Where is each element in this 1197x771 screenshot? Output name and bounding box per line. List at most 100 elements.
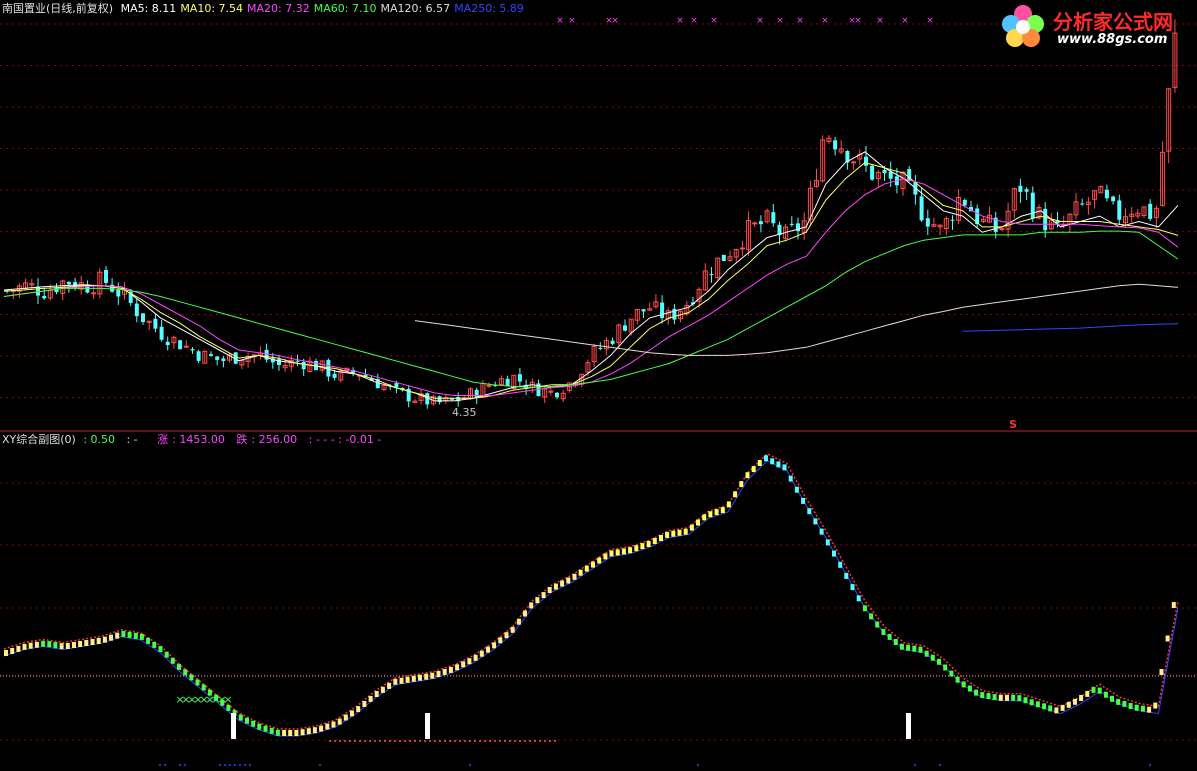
candle-body-down — [1018, 185, 1023, 192]
sub-bar — [1165, 635, 1170, 642]
candle-body-down — [1104, 189, 1109, 199]
top-signal-mark: × — [568, 16, 576, 26]
sub-bar — [183, 669, 188, 676]
sub-bar — [380, 686, 385, 693]
sub-bottom-dot — [399, 740, 401, 742]
sub-bar — [899, 643, 904, 650]
sub-bar — [430, 672, 435, 679]
candle-body-down — [1117, 200, 1122, 220]
candle-body-down — [870, 165, 875, 180]
sub-bar — [479, 650, 484, 657]
sub-bar — [510, 626, 515, 633]
sub-bottom-dot — [554, 740, 556, 742]
instrument-title: 南国置业(日线,前复权) — [2, 2, 117, 15]
sub-bar — [177, 663, 181, 670]
sub-bar — [424, 673, 429, 680]
sub-bar — [714, 509, 719, 516]
sub-bar — [96, 638, 101, 644]
rise-label: 涨: 1453.00 — [157, 433, 229, 446]
sub-bar — [1029, 699, 1034, 706]
candle-body-down — [165, 341, 170, 346]
candle-body-down — [66, 281, 71, 285]
sub-bar — [1171, 602, 1176, 608]
sub-bar — [1122, 700, 1127, 707]
sub-bottom-dot — [409, 740, 411, 742]
sub-bar — [1128, 703, 1133, 709]
candle-body-up — [486, 384, 492, 387]
chart-canvas: × × ×× × × × × × × × ×× × × ×××××××××× — [0, 16, 1197, 766]
sub-bar — [782, 464, 787, 471]
sub-bar — [689, 524, 694, 531]
sub-bar — [374, 691, 379, 697]
sub-bar — [739, 481, 744, 488]
top-signal-mark: × — [776, 16, 784, 26]
sub-bottom-dot — [394, 740, 396, 742]
sub-blue-dot — [319, 764, 321, 766]
sub-bottom-dot — [454, 740, 456, 742]
sub-bar — [28, 642, 33, 649]
sub-bar — [937, 658, 941, 665]
candle-body-down — [153, 318, 158, 329]
sub-bar — [659, 535, 663, 541]
sub-bottom-dot — [389, 740, 391, 742]
candle-body-down — [925, 218, 930, 227]
sub-bar — [553, 583, 558, 590]
candle-body-down — [771, 212, 776, 224]
sub-bar — [411, 675, 416, 682]
sub-bar — [671, 530, 676, 537]
sub-bar — [609, 550, 614, 557]
sub-bar — [862, 605, 867, 612]
fall-text: 跌 — [236, 433, 248, 446]
sub-bar — [455, 664, 460, 671]
sub-bottom-dot — [369, 740, 371, 742]
candle-body-down — [598, 347, 603, 349]
candle-body-down — [1024, 189, 1029, 192]
sub-bar — [195, 679, 200, 686]
sub-bar — [516, 618, 521, 625]
sub-bar — [776, 461, 781, 468]
candle-body-up — [548, 390, 554, 393]
sub-bar — [745, 472, 750, 479]
sub-bar — [1134, 704, 1139, 711]
top-signal-mark: × — [796, 16, 804, 26]
top-signal-mark: × — [611, 16, 619, 26]
sub-bottom-dot — [459, 740, 461, 742]
sub-bottom-dot — [379, 740, 381, 742]
sub-bar — [770, 458, 775, 465]
sub-bar — [72, 642, 76, 648]
sub-bar — [640, 543, 645, 550]
sub-bottom-dot — [539, 740, 541, 742]
candle-body-up — [851, 161, 857, 164]
sub-bar — [757, 460, 762, 466]
sub-bottom-dot — [439, 740, 441, 742]
sub-bar — [696, 519, 700, 526]
sub-bar — [164, 651, 169, 658]
sub-bar — [881, 628, 886, 635]
sub-blue-dot — [184, 764, 186, 766]
sub-bar — [53, 642, 58, 649]
sub-bar — [1017, 695, 1022, 702]
sub-bottom-dot — [534, 740, 536, 742]
candle-body-down — [623, 325, 627, 331]
sub-bar — [467, 658, 472, 665]
sub-bar — [912, 645, 917, 652]
sub-legend: XY综合副图(0) : 0.50 : - 涨: 1453.00 跌: 256.0… — [2, 433, 385, 447]
sub-bottom-dot — [479, 740, 481, 742]
sub-bar — [825, 539, 830, 546]
sub-bar — [109, 634, 113, 641]
sub-blue-dot — [164, 764, 166, 766]
legend-ma60: MA60: 7.10 — [313, 2, 377, 15]
stock-chart-window: × × × × × × × × × × × × × × × × × × × × × × × × × 南国置业(日线,前复权) M… — [0, 0, 1197, 771]
top-signal-mark: × — [854, 16, 862, 26]
candle-body-down — [555, 392, 559, 398]
sub-bar — [343, 714, 348, 721]
sub-blue-dot — [229, 764, 231, 766]
top-signal-mark: × — [556, 16, 564, 26]
candle-body-down — [758, 221, 763, 225]
sub-bar — [337, 718, 342, 725]
sub-bar — [263, 725, 268, 732]
candle-body-down — [950, 219, 955, 221]
sub-bar — [597, 557, 602, 564]
sub-bar — [238, 714, 243, 721]
candle-body-down — [864, 156, 868, 166]
